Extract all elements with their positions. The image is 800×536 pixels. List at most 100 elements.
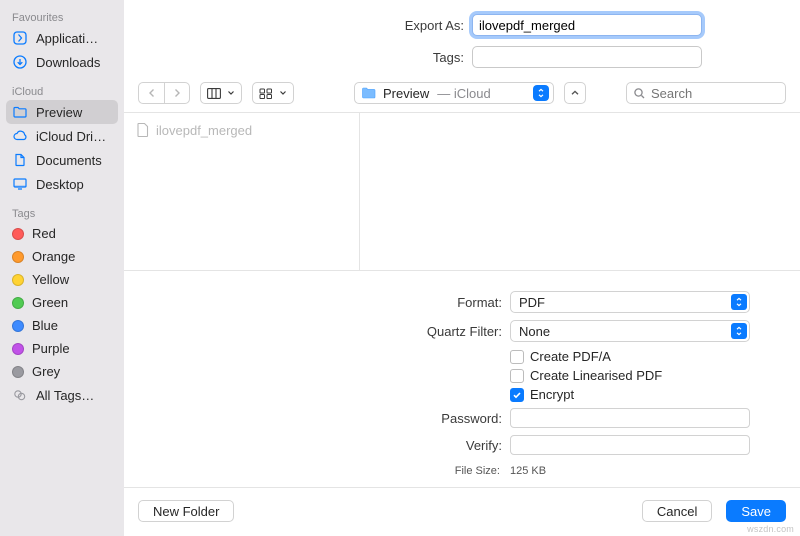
location-name: Preview	[383, 86, 429, 101]
verify-label: Verify:	[144, 438, 502, 453]
sidebar-item-preview[interactable]: Preview	[6, 100, 118, 124]
chevron-right-icon	[172, 88, 182, 98]
tags-input[interactable]	[472, 46, 702, 68]
main-pane: Export As: Tags:	[124, 0, 800, 536]
search-icon	[633, 87, 646, 100]
file-name: ilovepdf_merged	[156, 123, 252, 138]
sidebar-item-label: Orange	[32, 249, 112, 264]
file-size-value: 125 KB	[510, 465, 546, 477]
chevron-up-icon	[570, 88, 580, 98]
sidebar-item-documents[interactable]: Documents	[6, 148, 118, 172]
tag-dot-icon	[12, 297, 24, 309]
save-button[interactable]: Save	[726, 500, 786, 522]
forward-button[interactable]	[164, 82, 190, 104]
tag-dot-icon	[12, 343, 24, 355]
sidebar-item-label: Desktop	[36, 177, 112, 192]
file-row[interactable]: ilovepdf_merged	[134, 119, 349, 141]
updown-icon	[731, 294, 747, 310]
footer: New Folder Cancel Save	[124, 487, 800, 536]
sidebar-section-favourites: Favourites	[6, 8, 118, 26]
sidebar-item-applications[interactable]: Applicati…	[6, 26, 118, 50]
columns-icon	[207, 88, 221, 99]
checkbox-label: Create PDF/A	[530, 349, 611, 364]
checkbox-row-linearised[interactable]: Create Linearised PDF	[510, 368, 780, 383]
grid-icon	[259, 88, 273, 99]
sidebar: Favourites Applicati… Downloads iCloud P…	[0, 0, 124, 536]
tags-label: Tags:	[144, 50, 464, 65]
quartz-filter-select[interactable]: None	[510, 320, 750, 342]
folder-icon	[361, 86, 377, 100]
sidebar-section-tags: Tags	[6, 204, 118, 222]
checkbox-row-encrypt[interactable]: Encrypt	[510, 387, 780, 402]
download-icon	[12, 54, 28, 70]
top-fields: Export As: Tags:	[124, 0, 800, 82]
cloud-icon	[12, 128, 28, 144]
sidebar-item-downloads[interactable]: Downloads	[6, 50, 118, 74]
sidebar-tag-yellow[interactable]: Yellow	[6, 268, 118, 291]
file-browser: ilovepdf_merged	[124, 113, 800, 270]
folder-icon	[12, 104, 28, 120]
document-icon	[12, 152, 28, 168]
toolbar: Preview — iCloud	[124, 82, 800, 113]
applications-icon	[12, 30, 28, 46]
export-options: Format: PDF Quartz Filter: None	[124, 270, 800, 487]
browser-preview-column	[360, 113, 800, 270]
sidebar-tag-orange[interactable]: Orange	[6, 245, 118, 268]
sidebar-tag-red[interactable]: Red	[6, 222, 118, 245]
checkbox-row-pdfa[interactable]: Create PDF/A	[510, 349, 780, 364]
sidebar-item-label: Purple	[32, 341, 112, 356]
updown-icon	[533, 85, 549, 101]
browser-column[interactable]: ilovepdf_merged	[124, 113, 360, 270]
export-as-label: Export As:	[144, 18, 464, 33]
chevron-down-icon	[227, 89, 235, 97]
sidebar-item-label: Red	[32, 226, 112, 241]
tag-dot-icon	[12, 274, 24, 286]
quartz-filter-label: Quartz Filter:	[144, 324, 502, 339]
back-button[interactable]	[138, 82, 164, 104]
search-field[interactable]	[626, 82, 786, 104]
search-input[interactable]	[651, 86, 779, 101]
checkbox-icon	[510, 369, 524, 383]
cancel-button[interactable]: Cancel	[642, 500, 712, 522]
checkbox-icon	[510, 350, 524, 364]
chevron-down-icon	[279, 89, 287, 97]
nav-group	[138, 82, 190, 104]
sidebar-item-icloud-drive[interactable]: iCloud Dri…	[6, 124, 118, 148]
group-by-button[interactable]	[252, 82, 294, 104]
sidebar-item-label: Preview	[36, 105, 112, 120]
all-tags-icon	[12, 387, 28, 403]
sidebar-item-label: Applicati…	[36, 31, 112, 46]
sidebar-tag-grey[interactable]: Grey	[6, 360, 118, 383]
sidebar-item-label: Blue	[32, 318, 112, 333]
checkbox-label: Create Linearised PDF	[530, 368, 662, 383]
verify-input[interactable]	[510, 435, 750, 455]
sidebar-tag-blue[interactable]: Blue	[6, 314, 118, 337]
location-popup[interactable]: Preview — iCloud	[354, 82, 554, 104]
file-size-label: File Size:	[448, 465, 500, 477]
format-select[interactable]: PDF	[510, 291, 750, 313]
sidebar-item-label: iCloud Dri…	[36, 129, 112, 144]
sidebar-tag-green[interactable]: Green	[6, 291, 118, 314]
sidebar-item-label: Grey	[32, 364, 112, 379]
export-as-input[interactable]	[472, 14, 702, 36]
sidebar-section-icloud: iCloud	[6, 82, 118, 100]
sidebar-item-label: All Tags…	[36, 388, 112, 403]
sidebar-item-label: Downloads	[36, 55, 112, 70]
document-icon	[136, 122, 150, 138]
watermark: wszdn.com	[747, 524, 794, 534]
sidebar-item-desktop[interactable]: Desktop	[6, 172, 118, 196]
view-columns-button[interactable]	[200, 82, 242, 104]
location-suffix: — iCloud	[437, 86, 490, 101]
sidebar-tag-purple[interactable]: Purple	[6, 337, 118, 360]
collapse-button[interactable]	[564, 82, 586, 104]
format-label: Format:	[144, 295, 502, 310]
new-folder-button[interactable]: New Folder	[138, 500, 234, 522]
sidebar-all-tags[interactable]: All Tags…	[6, 383, 118, 407]
password-input[interactable]	[510, 408, 750, 428]
sidebar-item-label: Documents	[36, 153, 112, 168]
tag-dot-icon	[12, 251, 24, 263]
tag-dot-icon	[12, 320, 24, 332]
quartz-filter-value: None	[519, 324, 550, 339]
checkbox-checked-icon	[510, 388, 524, 402]
password-label: Password:	[144, 411, 502, 426]
